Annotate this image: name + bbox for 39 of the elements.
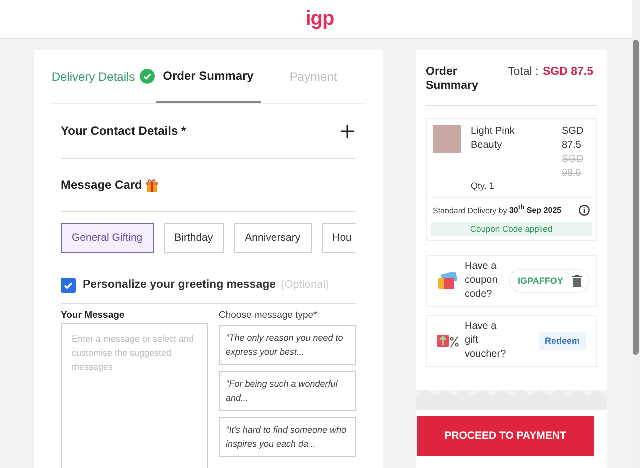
occasion-chip[interactable]: Anniversary xyxy=(234,223,312,253)
section-title: Message Card xyxy=(61,178,142,192)
coupon-ticket-icon xyxy=(437,272,459,290)
info-icon[interactable] xyxy=(579,204,590,216)
trash-icon[interactable] xyxy=(572,275,582,287)
message-suggestion[interactable]: "For being such a wonderful and... xyxy=(219,371,356,411)
original-price: SGD 98.5 xyxy=(562,153,585,181)
message-field[interactable]: Enter a message or select and customise the suggested messages xyxy=(61,323,208,468)
price: SGD 87.5 xyxy=(562,125,585,153)
occasion-chip[interactable]: General Gifting xyxy=(61,223,154,253)
quantity: Qty. 1 xyxy=(471,180,496,193)
logo[interactable]: igp xyxy=(306,8,334,30)
checkbox-label: Personalize your greeting message xyxy=(83,279,276,291)
summary-title: Order Summary xyxy=(426,65,480,93)
step-tab[interactable]: Delivery Details xyxy=(51,50,156,103)
message-suggestion[interactable]: "It's hard to find someone who inspires you each da... xyxy=(219,417,356,457)
total-price: SGD 87.5 xyxy=(543,65,594,79)
occasion-chip[interactable]: Birthday xyxy=(164,223,224,253)
field-label: Your Message xyxy=(61,310,126,321)
check-circle-icon xyxy=(140,69,156,84)
total-label: Total : xyxy=(508,65,540,79)
field-label: Choose message type* xyxy=(219,310,318,321)
gift-voucher-icon xyxy=(437,334,459,348)
photo-placeholder xyxy=(433,125,461,153)
checkmark-icon xyxy=(63,280,74,290)
message-suggestion[interactable]: "The only reason you need to express your best... xyxy=(219,325,356,365)
section-title: Your Contact Details * xyxy=(61,124,186,138)
coupon-prompt: Have a coupon code? xyxy=(465,260,499,302)
step-tab[interactable]: Order Summary xyxy=(156,50,261,103)
product-name: Light Pink Beauty xyxy=(471,125,516,153)
redeem-button[interactable]: Redeem xyxy=(538,332,586,350)
checkbox[interactable] xyxy=(61,278,76,292)
plus-icon[interactable] xyxy=(341,124,354,138)
proceed-button[interactable]: PROCEED TO PAYMENT xyxy=(417,416,594,456)
occasion-chip[interactable]: Hou xyxy=(322,223,356,253)
gift-icon xyxy=(146,178,158,192)
delivery-date: Standard Delivery by 30$^{th}$ Sep 2025 xyxy=(433,204,562,216)
coupon-status: Coupon Code applied xyxy=(431,222,592,236)
voucher-prompt: Have a gift voucher? xyxy=(465,320,507,362)
